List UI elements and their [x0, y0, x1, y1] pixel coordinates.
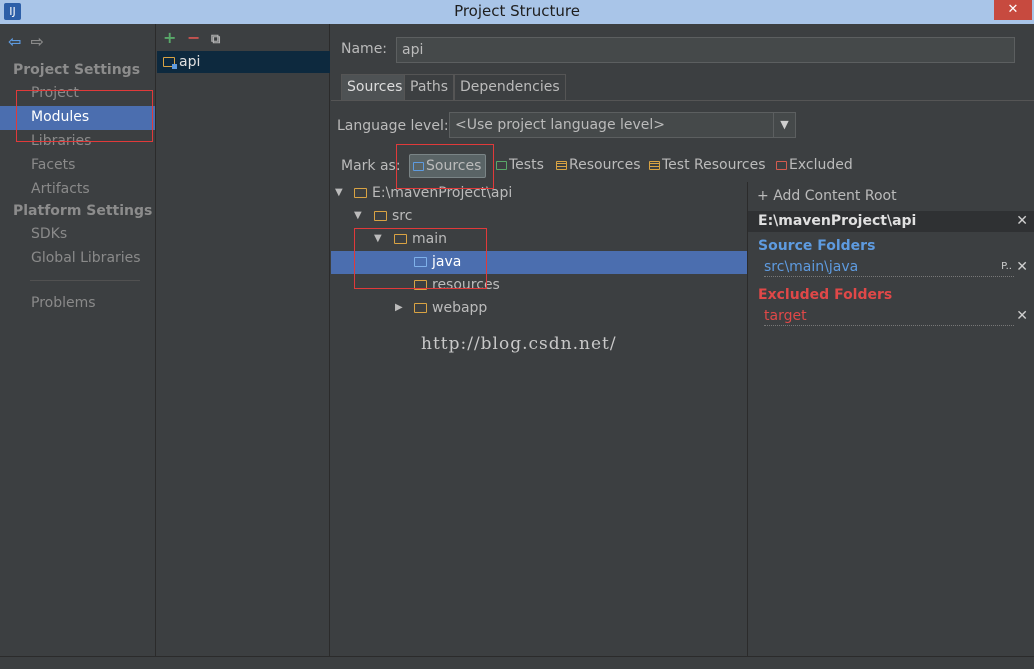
back-arrow-icon[interactable]: ⇦ — [8, 32, 26, 51]
sidebar-item-libraries[interactable]: Libraries — [0, 130, 155, 154]
source-folder-icon — [414, 257, 427, 267]
platform-settings-heading: Platform Settings — [13, 203, 153, 219]
folder-icon — [414, 280, 427, 290]
tree-node-main[interactable]: ▼ main — [331, 228, 747, 251]
remove-source-folder-icon[interactable]: ✕ — [1016, 259, 1028, 275]
module-settings-main: Name: api Sources Paths Dependencies Lan… — [331, 24, 1034, 656]
remove-module-button[interactable]: − — [187, 28, 211, 47]
tree-node-resources[interactable]: resources — [331, 274, 747, 297]
module-toolbar: + − ⧉ — [163, 28, 235, 47]
module-name-input[interactable]: api — [396, 37, 1015, 63]
plus-icon: + — [757, 188, 769, 204]
test-resources-folder-icon — [649, 161, 660, 170]
add-module-button[interactable]: + — [163, 28, 187, 47]
sidebar-item-artifacts[interactable]: Artifacts — [0, 178, 155, 202]
mark-test-resources-label: Test Resources — [662, 157, 766, 173]
tests-folder-icon — [496, 161, 507, 170]
folder-icon — [414, 303, 427, 313]
mark-excluded-button[interactable]: Excluded — [773, 154, 853, 178]
tree-node-label: src — [392, 208, 413, 224]
tab-underline — [331, 100, 1034, 101]
watermark-text: http://blog.csdn.net/ — [421, 334, 617, 354]
content-root-path: E:\mavenProject\api — [758, 213, 917, 229]
title-bar: IJ Project Structure ✕ — [0, 0, 1034, 24]
collapse-triangle-icon[interactable]: ▶ — [395, 297, 403, 319]
excluded-folder-item[interactable]: target — [764, 307, 1014, 326]
sidebar-divider — [30, 280, 140, 281]
expand-triangle-icon[interactable]: ▼ — [374, 228, 382, 250]
sidebar-item-project[interactable]: Project — [0, 82, 155, 106]
tree-node-label: E:\mavenProject\api — [372, 185, 513, 201]
module-item-label: api — [179, 54, 201, 70]
remove-content-root-icon[interactable]: ✕ — [1016, 211, 1028, 231]
mark-as-label: Mark as: — [341, 158, 401, 174]
excluded-folders-heading: Excluded Folders — [758, 287, 893, 303]
language-level-select[interactable]: <Use project language level> ▼ — [449, 112, 796, 138]
tree-node-webapp[interactable]: ▶ webapp — [331, 297, 747, 320]
tab-sources[interactable]: Sources — [341, 74, 409, 100]
module-list-panel: + − ⧉ api — [157, 24, 330, 656]
sidebar-item-modules[interactable]: Modules — [0, 106, 155, 130]
folder-properties-icon[interactable]: P.. — [1001, 261, 1012, 272]
tab-paths[interactable]: Paths — [404, 74, 455, 100]
mark-resources-label: Resources — [569, 157, 641, 173]
expand-triangle-icon[interactable]: ▼ — [354, 205, 362, 227]
folder-icon — [354, 188, 367, 198]
content-root-panel: + Add Content Root E:\mavenProject\api ✕… — [747, 182, 1034, 656]
copy-module-button[interactable]: ⧉ — [211, 32, 235, 47]
bottom-bar — [0, 656, 1034, 669]
module-item-api[interactable]: api — [157, 51, 330, 73]
add-content-root-label: Add Content Root — [773, 188, 897, 204]
forward-arrow-icon[interactable]: ⇨ — [30, 32, 48, 51]
mark-tests-label: Tests — [509, 157, 544, 173]
history-nav: ⇦ ⇨ — [8, 32, 48, 51]
sidebar-item-sdks[interactable]: SDKs — [0, 223, 155, 247]
excluded-folder-icon — [776, 161, 787, 170]
content-root-header: E:\mavenProject\api ✕ — [748, 211, 1034, 232]
tab-dependencies[interactable]: Dependencies — [454, 74, 566, 100]
mark-tests-button[interactable]: Tests — [493, 154, 544, 178]
project-settings-heading: Project Settings — [13, 62, 141, 78]
tree-node-label: java — [432, 254, 462, 270]
source-folders-heading: Source Folders — [758, 238, 876, 254]
mark-resources-button[interactable]: Resources — [553, 154, 641, 178]
source-folder-item[interactable]: src\main\java — [764, 258, 1014, 277]
tree-node-java[interactable]: java — [331, 251, 747, 274]
folder-icon — [374, 211, 387, 221]
tree-node-root[interactable]: ▼ E:\mavenProject\api — [331, 182, 747, 205]
settings-sidebar: ⇦ ⇨ Project Settings Project Modules Lib… — [0, 24, 156, 656]
sources-folder-icon — [413, 162, 424, 171]
chevron-down-icon: ▼ — [773, 113, 795, 137]
expand-triangle-icon[interactable]: ▼ — [335, 182, 343, 204]
name-label: Name: — [341, 41, 388, 57]
tree-node-label: webapp — [432, 300, 488, 316]
folder-icon — [394, 234, 407, 244]
tree-node-src[interactable]: ▼ src — [331, 205, 747, 228]
mark-test-resources-button[interactable]: Test Resources — [646, 154, 766, 178]
add-content-root-button[interactable]: + Add Content Root — [757, 188, 897, 204]
window-title: Project Structure — [454, 2, 580, 20]
sidebar-item-problems[interactable]: Problems — [0, 292, 155, 316]
language-level-value: <Use project language level> — [455, 117, 666, 133]
mark-excluded-label: Excluded — [789, 157, 853, 173]
remove-excluded-folder-icon[interactable]: ✕ — [1016, 308, 1028, 324]
mark-sources-label: Sources — [426, 158, 482, 174]
mark-sources-button[interactable]: Sources — [409, 154, 487, 178]
source-tree: ▼ E:\mavenProject\api ▼ src ▼ main java … — [331, 182, 747, 656]
module-folder-icon — [163, 57, 177, 69]
resources-folder-icon — [556, 161, 567, 170]
sidebar-item-global-libraries[interactable]: Global Libraries — [0, 247, 155, 271]
window-close-button[interactable]: ✕ — [994, 0, 1032, 20]
sidebar-item-facets[interactable]: Facets — [0, 154, 155, 178]
tree-node-label: resources — [432, 277, 500, 293]
tree-node-label: main — [412, 231, 447, 247]
language-level-label: Language level: — [337, 118, 449, 134]
